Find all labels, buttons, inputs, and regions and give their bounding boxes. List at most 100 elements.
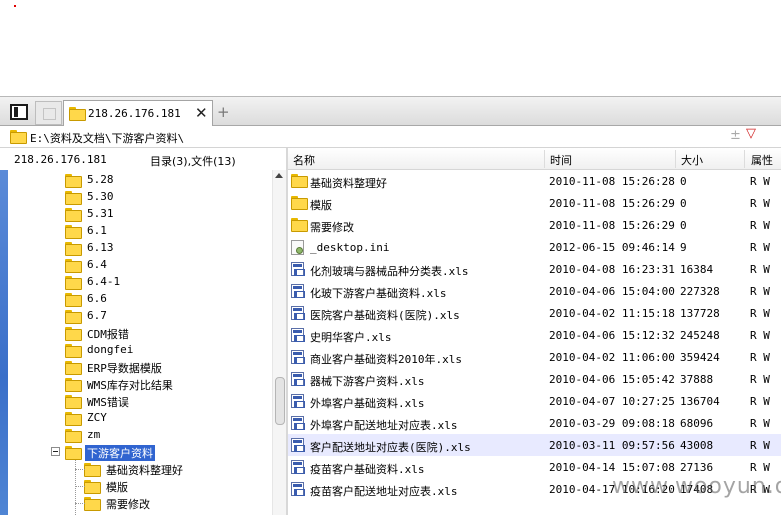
excel-file-icon: [291, 306, 305, 320]
file-row[interactable]: 客户配送地址对应表(医院).xls 2010-03-11 09:57:56 4300…: [288, 434, 781, 456]
tree-item-label: 5.28: [87, 173, 114, 186]
folder-icon: [65, 174, 82, 188]
column-separator[interactable]: [744, 150, 745, 168]
column-header-time[interactable]: 时间: [550, 152, 572, 168]
tab-active[interactable]: 218.26.176.181 ✕: [63, 100, 213, 126]
folder-icon: [291, 218, 308, 232]
tree-info-header: 218.26.176.181 目录(3),文件(13): [0, 148, 286, 170]
folder-icon: [69, 107, 86, 121]
close-icon[interactable]: ✕: [195, 104, 208, 122]
file-name: 化玻下游客户基础资料.xls: [310, 287, 447, 300]
file-size: 68096: [680, 417, 714, 430]
file-name: 器械下游客户资料.xls: [310, 375, 425, 388]
file-size: 359424: [680, 351, 720, 364]
file-name: 模版: [310, 199, 332, 212]
file-size: 0: [680, 197, 687, 210]
item-count-label: 目录(3),文件(13): [150, 155, 236, 168]
folder-icon: [65, 446, 82, 460]
file-row[interactable]: 医院客户基础资料(医院).xls 2010-04-02 11:15:18 13772…: [288, 302, 781, 324]
file-time: 2010-04-06 15:05:42: [549, 373, 675, 386]
column-separator[interactable]: [544, 150, 545, 168]
scrollbar-thumb[interactable]: [275, 377, 285, 425]
tree-item-label: dongfei: [87, 343, 134, 356]
file-name: 化剂玻璃与器械品种分类表.xls: [310, 265, 469, 278]
collapse-icon[interactable]: [51, 447, 60, 456]
file-row[interactable]: 化剂玻璃与器械品种分类表.xls 2010-04-08 16:23:31 16384…: [288, 258, 781, 280]
tab-blank[interactable]: [35, 101, 62, 125]
excel-file-icon: [291, 482, 305, 496]
file-name: 基础资料整理好: [310, 177, 387, 190]
column-header-name[interactable]: 名称: [293, 152, 315, 168]
host-label: 218.26.176.181: [14, 153, 107, 166]
file-row[interactable]: 史明华客户.xls 2010-04-06 15:12:32 245248 R W: [288, 324, 781, 346]
file-name: 需要修改: [310, 221, 354, 234]
red-dot-mark: [14, 5, 16, 7]
address-path[interactable]: E:\资料及文档\下游客户资料\: [30, 130, 184, 146]
file-size: 27136: [680, 461, 714, 474]
file-time: 2010-03-11 09:57:56: [549, 439, 675, 452]
file-name: 外埠客户基础资料.xls: [310, 397, 425, 410]
file-row[interactable]: 外埠客户配送地址对应表.xls 2010-03-29 09:08:18 68096 R…: [288, 412, 781, 434]
tree-item-label: 6.6: [87, 292, 107, 305]
address-bar[interactable]: E:\资料及文档\下游客户资料\ ± ▽: [0, 126, 781, 148]
file-row[interactable]: 基础资料整理好 2010-11-08 15:26:28 0 R W: [288, 170, 781, 192]
file-attr: R W: [750, 263, 770, 276]
file-row[interactable]: 商业客户基础资料2010年.xls 2010-04-02 11:06:00 3594…: [288, 346, 781, 368]
file-attr: R W: [750, 395, 770, 408]
tree-item-label: 6.7: [87, 309, 107, 322]
file-name: _desktop.ini: [310, 241, 390, 254]
dropdown-icon[interactable]: ▽: [746, 126, 756, 141]
panel-toggle-icon[interactable]: [10, 104, 28, 120]
excel-file-icon: [291, 438, 305, 452]
file-row[interactable]: 模版 2010-11-08 15:26:29 0 R W: [288, 192, 781, 214]
file-attr: R W: [750, 461, 770, 474]
folder-icon: [65, 276, 82, 290]
tree-item-label: 6.4-1: [87, 275, 121, 288]
folder-icon: [65, 208, 82, 222]
file-row[interactable]: 需要修改 2010-11-08 15:26:29 0 R W: [288, 214, 781, 236]
folder-icon: [84, 497, 101, 511]
file-name: 外埠客户配送地址对应表.xls: [310, 419, 458, 432]
excel-file-icon: [291, 460, 305, 474]
file-time: 2010-04-08 16:23:31: [549, 263, 675, 276]
tree-guide-line: [75, 486, 85, 487]
folder-icon: [65, 259, 82, 273]
file-attr: R W: [750, 417, 770, 430]
file-size: 43008: [680, 439, 714, 452]
file-list: 基础资料整理好 2010-11-08 15:26:28 0 R W 模版 2010-11-…: [288, 170, 781, 515]
folder-icon: [291, 174, 308, 188]
folder-icon: [65, 310, 82, 324]
ini-file-icon: [291, 240, 304, 255]
file-row[interactable]: 外埠客户基础资料.xls 2010-04-07 10:27:25 136704 R W: [288, 390, 781, 412]
scroll-up-arrow-icon[interactable]: [275, 173, 283, 178]
tree-guide-line: [75, 469, 85, 470]
tree-item-label: 下游客户资料: [85, 445, 155, 461]
folder-icon: [65, 191, 82, 205]
plus-minus-icon[interactable]: ±: [730, 128, 741, 143]
file-name: 客户配送地址对应表(医院).xls: [310, 441, 471, 454]
file-name: 疫苗客户配送地址对应表.xls: [310, 485, 458, 498]
file-time: 2010-03-29 09:08:18: [549, 417, 675, 430]
column-header-size[interactable]: 大小: [681, 152, 703, 168]
column-header-attr[interactable]: 属性: [751, 152, 773, 168]
folder-icon: [65, 327, 82, 341]
file-size: 227328: [680, 285, 720, 298]
tree-item-label: 6.1: [87, 224, 107, 237]
tree-scrollbar[interactable]: [272, 170, 286, 515]
file-attr: R W: [750, 197, 770, 210]
file-attr: R W: [750, 241, 770, 254]
excel-file-icon: [291, 394, 305, 408]
tree-item-label: ZCY: [87, 411, 107, 424]
tree-item-label: 模版: [106, 481, 128, 494]
file-attr: R W: [750, 219, 770, 232]
file-row[interactable]: 器械下游客户资料.xls 2010-04-06 15:05:42 37888 R W: [288, 368, 781, 390]
excel-file-icon: [291, 372, 305, 386]
folder-icon: [10, 130, 27, 144]
file-size: 245248: [680, 329, 720, 342]
add-tab-icon[interactable]: +: [217, 103, 230, 121]
file-attr: R W: [750, 329, 770, 342]
file-time: 2010-11-08 15:26:28: [549, 175, 675, 188]
file-row[interactable]: 化玻下游客户基础资料.xls 2010-04-06 15:04:00 227328 R…: [288, 280, 781, 302]
column-separator[interactable]: [675, 150, 676, 168]
file-row[interactable]: _desktop.ini 2012-06-15 09:46:14 9 R W: [288, 236, 781, 258]
